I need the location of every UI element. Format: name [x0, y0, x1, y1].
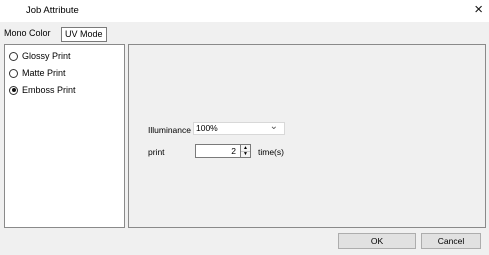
print-count-unit: time(s): [258, 147, 284, 157]
title-bar: Job Attribute ×: [0, 0, 489, 22]
radio-label: Glossy Print: [22, 51, 71, 61]
radio-glossy-print[interactable]: Glossy Print: [9, 50, 71, 62]
chevron-down-icon: ⌄: [269, 121, 278, 132]
tab-uv-mode[interactable]: UV Mode: [61, 27, 107, 42]
illuminance-value: 100%: [196, 123, 218, 133]
window-title: Job Attribute: [26, 5, 79, 16]
radio-button[interactable]: [9, 68, 18, 78]
radio-matte-print[interactable]: Matte Print: [9, 67, 66, 79]
tab-mono-color[interactable]: Mono Color: [4, 27, 51, 40]
print-count-input[interactable]: 2: [195, 144, 241, 158]
print-mode-list: Glossy Print Matte Print Emboss Print: [4, 44, 125, 228]
print-count-label: print: [148, 147, 165, 157]
radio-button-selected[interactable]: [9, 85, 18, 95]
print-count-stepper[interactable]: ▲ ▼: [241, 144, 251, 158]
radio-label: Emboss Print: [22, 85, 76, 95]
radio-label: Matte Print: [22, 68, 66, 78]
illuminance-select[interactable]: 100% ⌄: [193, 121, 285, 135]
arrow-down-icon[interactable]: ▼: [241, 151, 250, 157]
ok-button[interactable]: OK: [338, 233, 416, 249]
close-icon[interactable]: ×: [474, 2, 483, 18]
radio-button[interactable]: [9, 51, 18, 61]
cancel-button[interactable]: Cancel: [421, 233, 481, 249]
illuminance-label: Illuminance: [148, 125, 191, 135]
settings-panel: [128, 44, 486, 228]
radio-emboss-print[interactable]: Emboss Print: [9, 84, 76, 96]
